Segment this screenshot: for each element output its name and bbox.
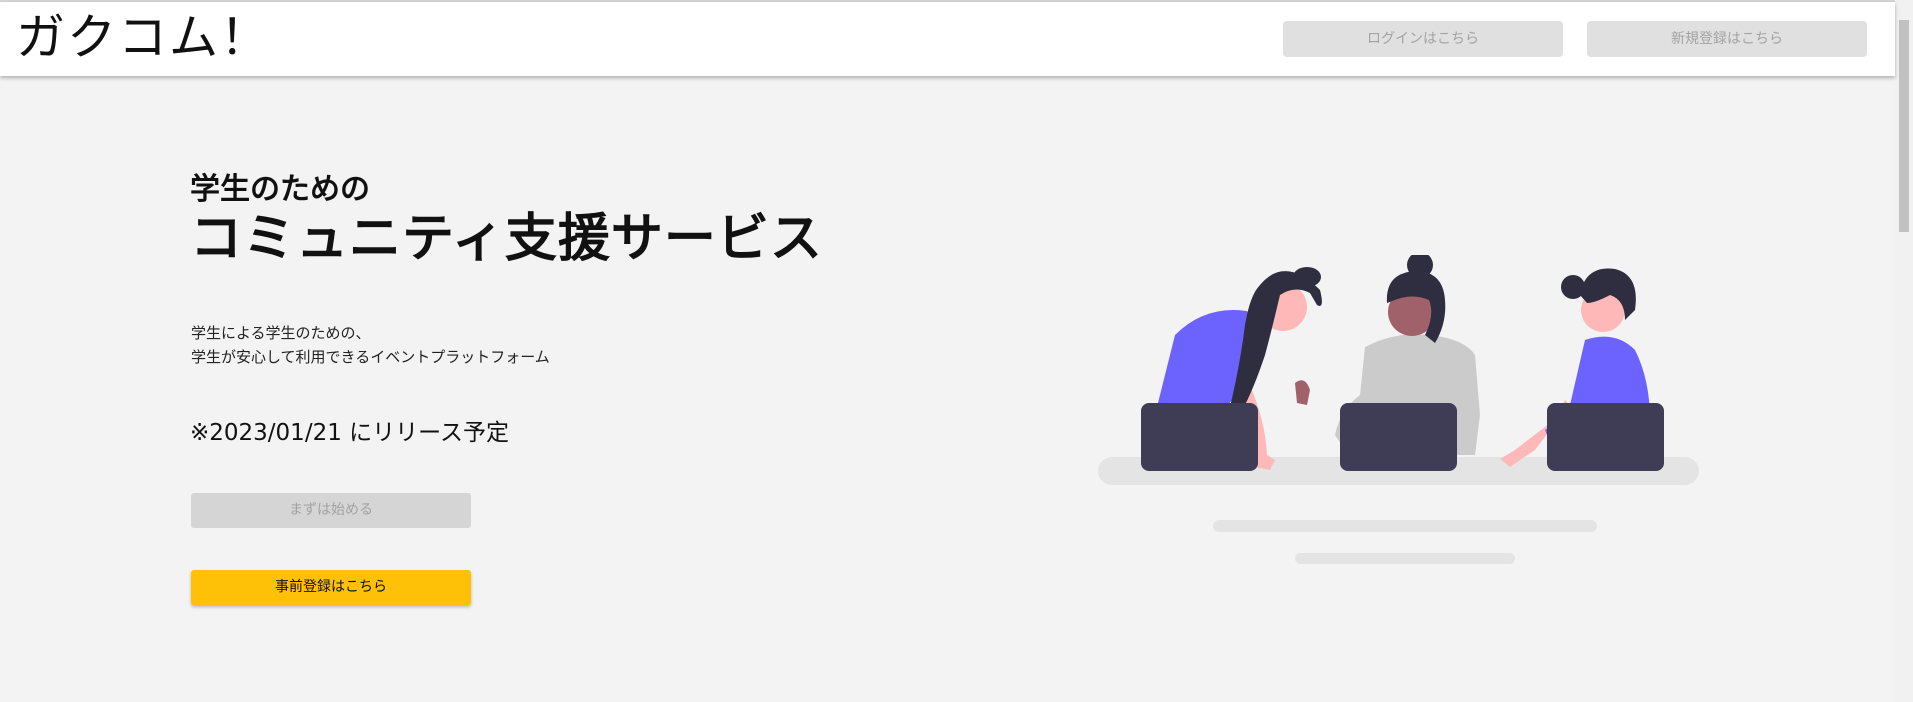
laptop-middle	[1340, 403, 1457, 471]
signup-button[interactable]: 新規登録はこちら	[1587, 21, 1867, 57]
start-button[interactable]: まずは始める	[191, 493, 471, 528]
preregister-button[interactable]: 事前登録はこちら	[191, 570, 471, 605]
floor-line-2	[1295, 553, 1515, 564]
team-meeting-illustration	[1098, 255, 1699, 564]
page: ガクコム！ ログインはこちら 新規登録はこちら 学生のための コミュニティ支援サ…	[0, 0, 1913, 702]
laptop-left	[1141, 403, 1258, 471]
hero-description: 学生による学生のための、 学生が安心して利用できるイベントプラットフォーム	[191, 321, 550, 369]
scrollbar-thumb[interactable]	[1899, 20, 1909, 232]
hero-subtitle: 学生のための	[190, 172, 370, 207]
description-line-1: 学生による学生のための、	[191, 324, 371, 342]
laptop-right	[1547, 403, 1664, 471]
site-header: ガクコム！ ログインはこちら 新規登録はこちら	[0, 2, 1895, 76]
release-note: ※2023/01/21 にリリース予定	[190, 420, 509, 446]
hero-title: コミュニティ支援サービス	[190, 209, 823, 269]
site-logo[interactable]: ガクコム！	[16, 9, 271, 67]
vertical-scrollbar[interactable]	[1895, 0, 1913, 702]
description-line-2: 学生が安心して利用できるイベントプラットフォーム	[191, 348, 550, 366]
login-button[interactable]: ログインはこちら	[1283, 21, 1563, 57]
floor-line-1	[1213, 520, 1597, 532]
